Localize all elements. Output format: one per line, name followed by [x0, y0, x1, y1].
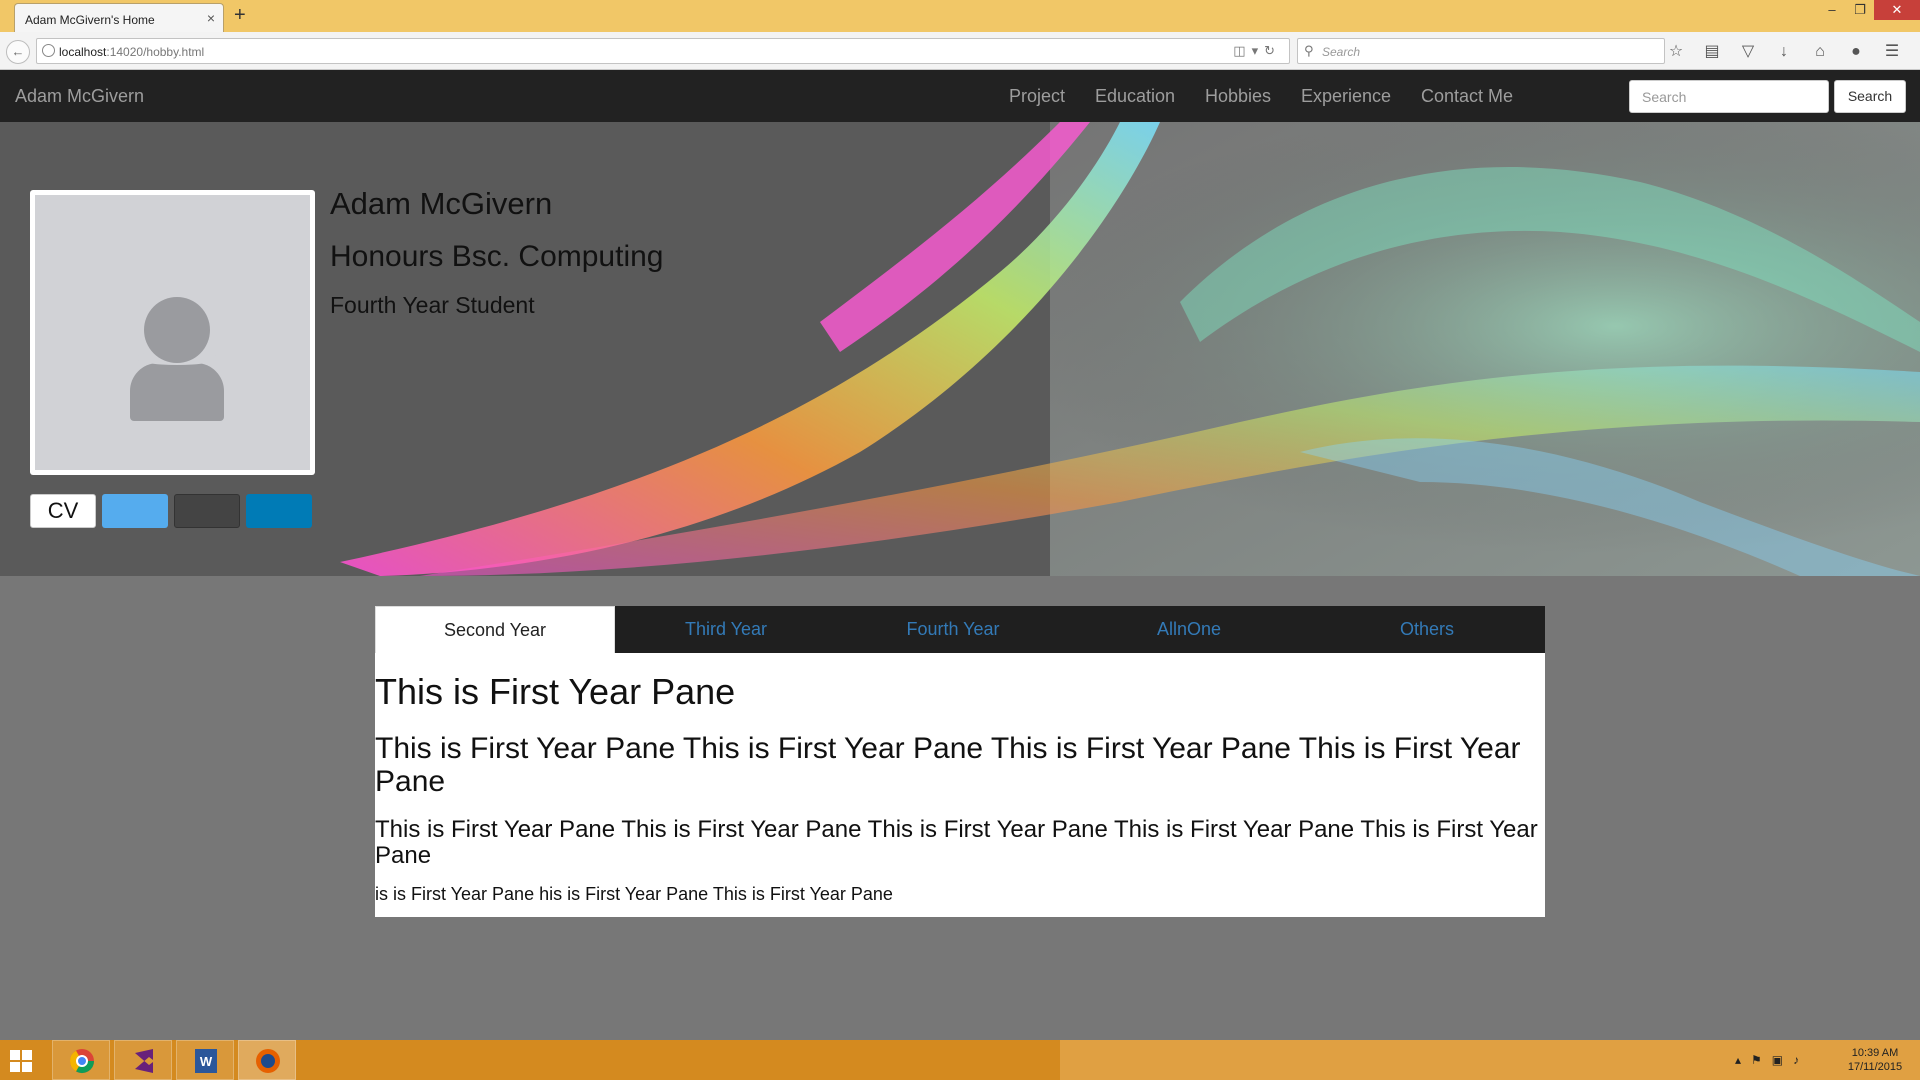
url-host: localhost: [59, 45, 107, 59]
minimize-button[interactable]: –: [1818, 0, 1846, 20]
bookmarks-icon[interactable]: ▤: [1694, 41, 1730, 61]
site-search-input[interactable]: Search: [1629, 80, 1829, 113]
tab-pane: This is First Year Pane This is First Ye…: [375, 653, 1545, 917]
windows-taskbar: W ▴⚑▣♪ 10:39 AM 17/11/2015: [0, 1040, 1920, 1080]
tab-others[interactable]: Others: [1309, 606, 1545, 653]
nav-hobbies[interactable]: Hobbies: [1205, 86, 1271, 107]
hero-banner: Adam McGivern Honours Bsc. Computing Fou…: [0, 122, 1920, 576]
toolbar-icons: ☆ ▤ ▽ ↓ ⌂ ● ☰: [1658, 41, 1910, 61]
pane-paragraph: is is First Year Pane his is First Year …: [375, 884, 893, 904]
pane-heading-1: This is First Year Pane: [375, 671, 736, 712]
address-bar[interactable]: localhost:14020/hobby.html ◫▾↻: [36, 38, 1290, 64]
word-icon[interactable]: W: [176, 1040, 234, 1080]
browser-toolbar: ← localhost:14020/hobby.html ◫▾↻ ⚲ Searc…: [0, 32, 1920, 70]
browser-search-input[interactable]: ⚲ Search: [1297, 38, 1665, 64]
hero-degree: Honours Bsc. Computing: [330, 240, 664, 273]
clock-date: 17/11/2015: [1847, 1061, 1903, 1073]
star-icon[interactable]: ☆: [1658, 41, 1694, 61]
avatar-placeholder: [35, 195, 310, 470]
hero-year: Fourth Year Student: [330, 292, 535, 318]
pocket-icon[interactable]: ▽: [1730, 41, 1766, 61]
site-navbar: Adam McGivern Project Education Hobbies …: [0, 70, 1920, 122]
nav-education[interactable]: Education: [1095, 86, 1175, 107]
chrome-icon[interactable]: [52, 1040, 110, 1080]
cv-button[interactable]: CV: [30, 494, 96, 528]
close-window-button[interactable]: ✕: [1874, 0, 1920, 20]
tab-close-icon[interactable]: ×: [207, 10, 215, 26]
windows-start-icon[interactable]: [10, 1050, 32, 1072]
visual-studio-icon[interactable]: [114, 1040, 172, 1080]
url-path: :14020/hobby.html: [106, 45, 205, 59]
nav-project[interactable]: Project: [1009, 86, 1065, 107]
avatar-body-shape: [130, 363, 224, 421]
browser-tab[interactable]: Adam McGivern's Home ×: [14, 3, 224, 32]
download-icon[interactable]: ↓: [1766, 43, 1802, 61]
tab-second-year[interactable]: Second Year: [375, 606, 615, 653]
nav-contact-me[interactable]: Contact Me: [1421, 86, 1513, 107]
github-button[interactable]: [174, 494, 240, 528]
pane-heading-3: This is First Year Pane This is First Ye…: [375, 816, 1538, 869]
pane-heading-2: This is First Year Pane This is First Ye…: [375, 732, 1521, 798]
site-search-button[interactable]: Search: [1834, 80, 1906, 113]
site-brand[interactable]: Adam McGivern: [15, 86, 144, 107]
tab-fourth-year[interactable]: Fourth Year: [837, 606, 1069, 653]
year-tabs: Second Year Third Year Fourth Year AllnO…: [375, 606, 1545, 653]
globe-icon: [42, 44, 55, 57]
browser-titlebar: Adam McGivern's Home × + – ❐ ✕: [0, 0, 1920, 32]
twitter-button[interactable]: [102, 494, 168, 528]
system-tray-icons[interactable]: ▴⚑▣♪: [1735, 1053, 1809, 1067]
browser-search-placeholder: Search: [1322, 45, 1361, 59]
menu-icon[interactable]: ☰: [1874, 41, 1910, 61]
avatar-head-shape: [144, 297, 210, 363]
restore-button[interactable]: ❐: [1846, 0, 1874, 20]
search-icon: ⚲: [1304, 43, 1314, 58]
clock-time: 10:39 AM: [1851, 1047, 1899, 1059]
firefox-icon[interactable]: [238, 1040, 296, 1080]
tab-title: Adam McGivern's Home: [25, 13, 155, 27]
tab-allnone[interactable]: AllnOne: [1069, 606, 1309, 653]
profile-photo: [30, 190, 315, 475]
back-arrow-icon[interactable]: ←: [6, 40, 30, 64]
svg-text:W: W: [200, 1054, 213, 1069]
chat-icon[interactable]: ●: [1838, 43, 1874, 61]
reader-reload-icons[interactable]: ◫▾↻: [1233, 43, 1281, 59]
new-tab-button[interactable]: +: [234, 4, 246, 27]
nav-experience[interactable]: Experience: [1301, 86, 1391, 107]
home-icon[interactable]: ⌂: [1802, 43, 1838, 61]
hero-name: Adam McGivern: [330, 186, 553, 221]
linkedin-button[interactable]: [246, 494, 312, 528]
taskbar-clock[interactable]: 10:39 AM 17/11/2015: [1840, 1046, 1910, 1074]
tab-third-year[interactable]: Third Year: [615, 606, 837, 653]
